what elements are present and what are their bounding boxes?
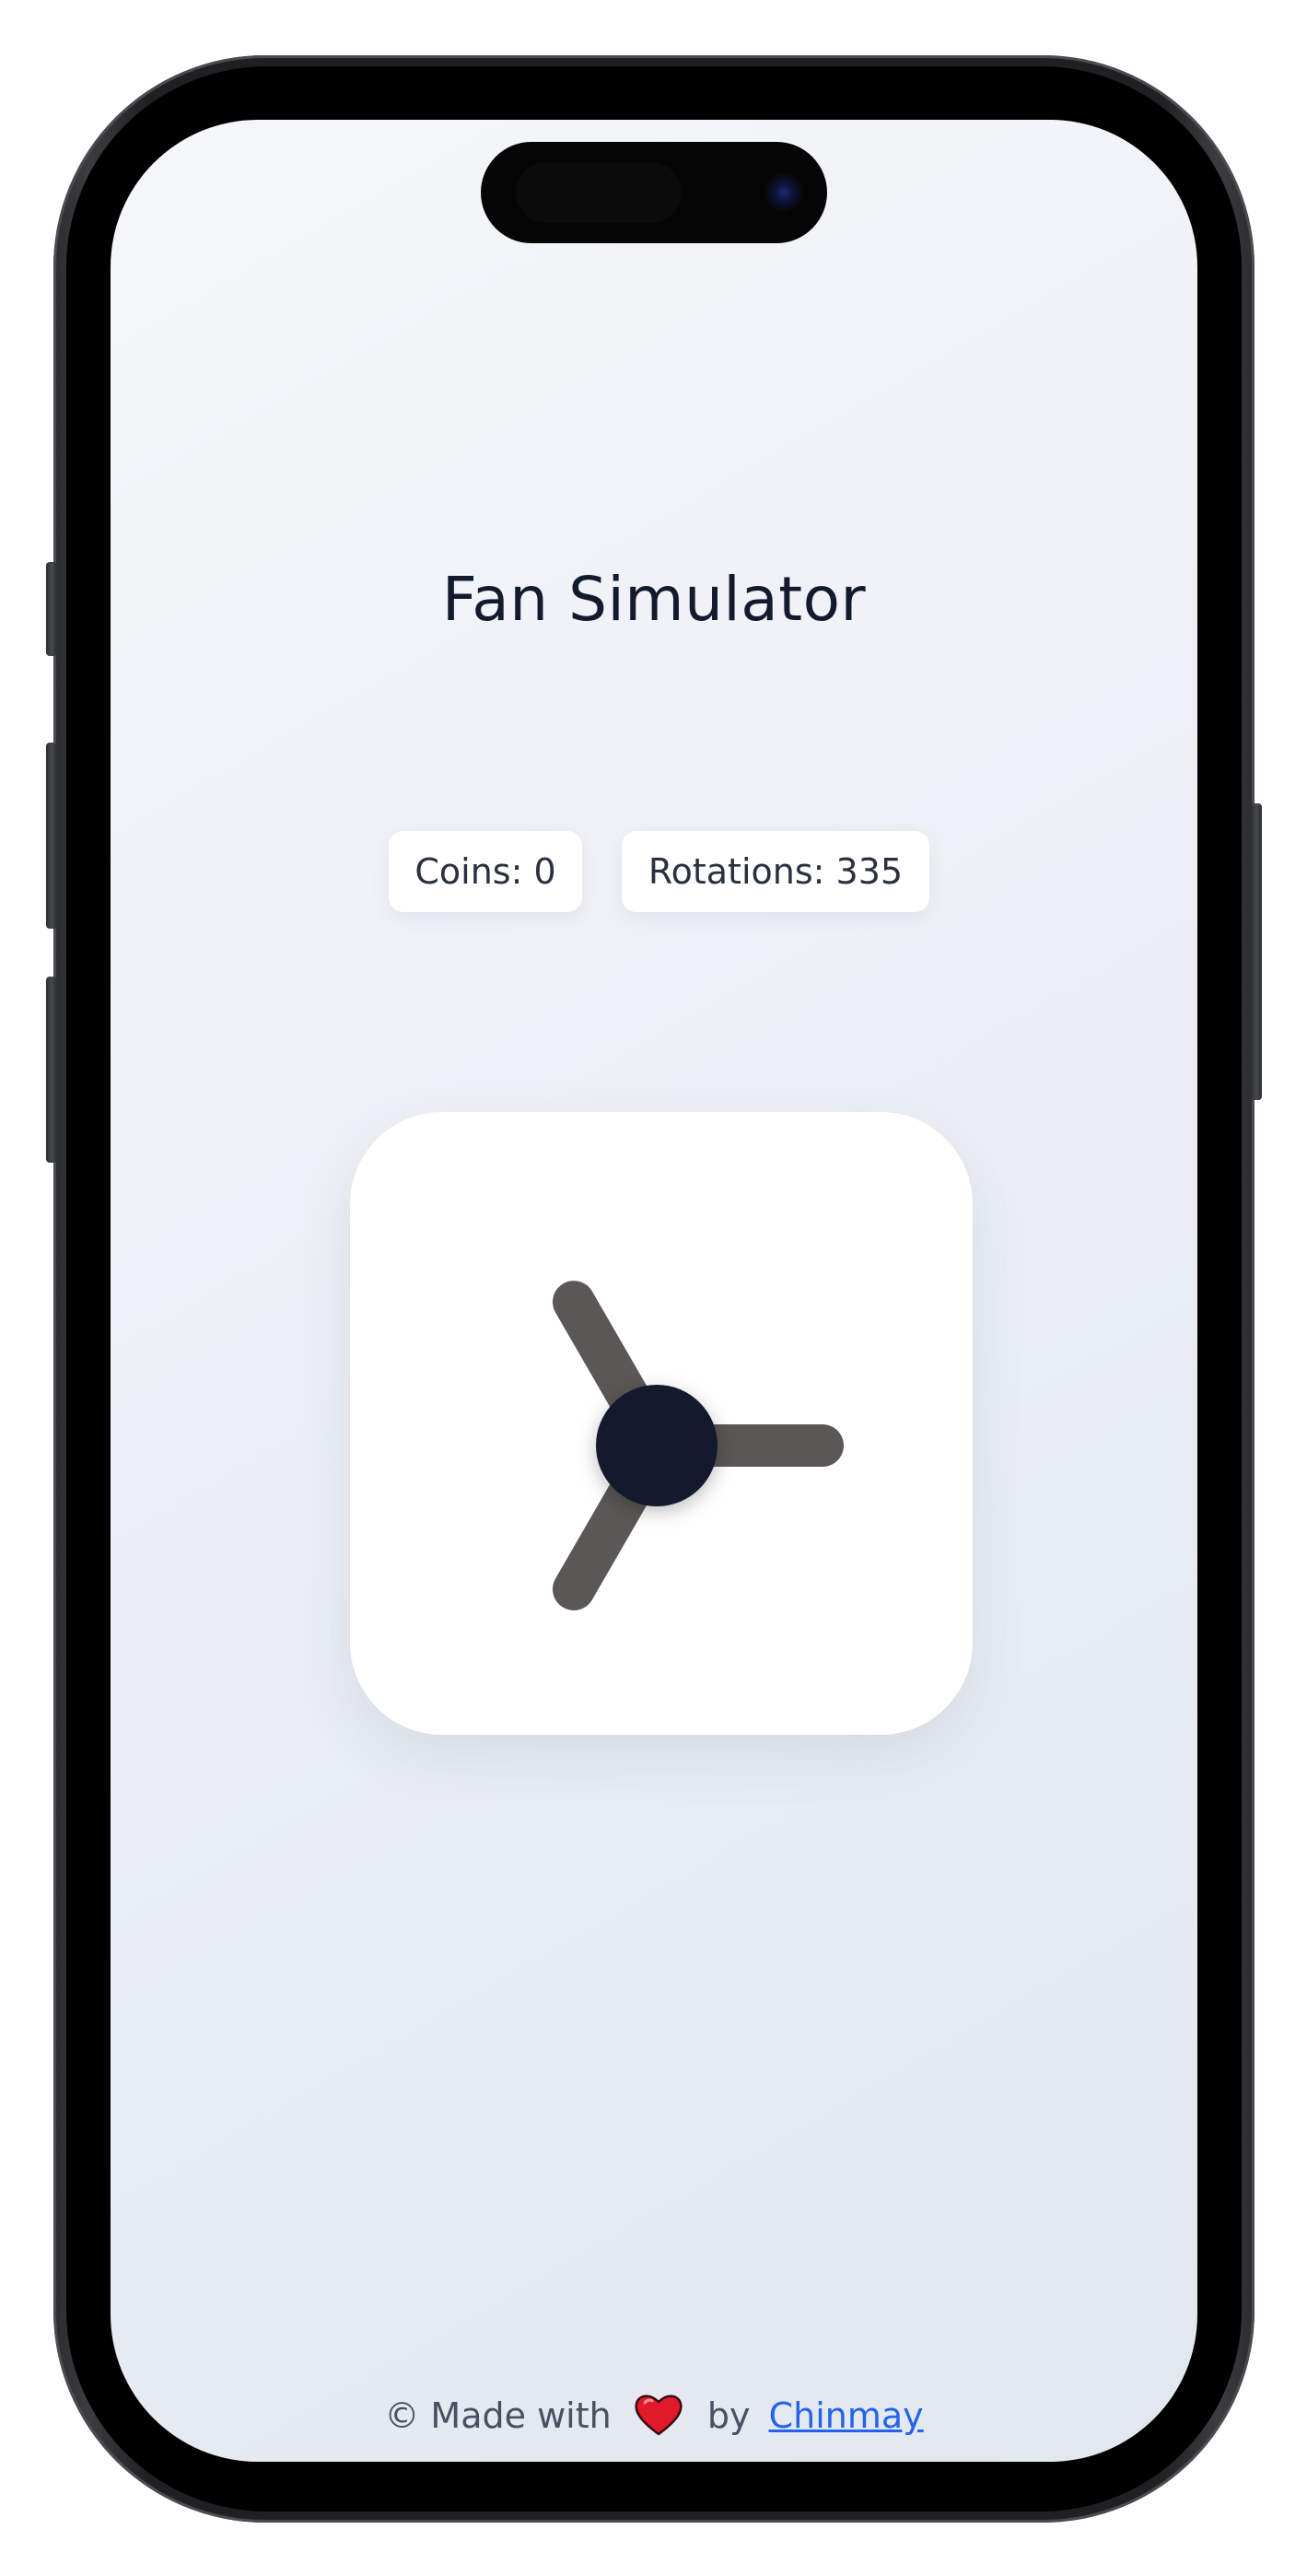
page-title: Fan Simulator [441,564,867,635]
app-screen: Fan Simulator Coins: 0 Rotations: 335 © … [111,120,1197,2462]
coins-counter: Coins: 0 [389,831,582,912]
dynamic-island [481,142,827,243]
volume-up-button [46,743,57,929]
camera-lens-icon [764,173,803,212]
fan-icon[interactable] [350,1112,973,1735]
action-button [46,562,57,656]
rotations-counter: Rotations: 335 [622,831,929,912]
volume-down-button [46,977,57,1163]
footer-made-with: © Made with [384,2395,612,2436]
fan-card[interactable] [350,1112,973,1735]
footer-by: by [706,2395,751,2436]
island-sensor [516,162,682,223]
fan-hub[interactable] [596,1385,718,1506]
footer: © Made with by Chinmay [111,2392,1197,2444]
author-link[interactable]: Chinmay [769,2395,924,2436]
heart-icon [634,2392,683,2444]
power-button [1251,803,1262,1100]
